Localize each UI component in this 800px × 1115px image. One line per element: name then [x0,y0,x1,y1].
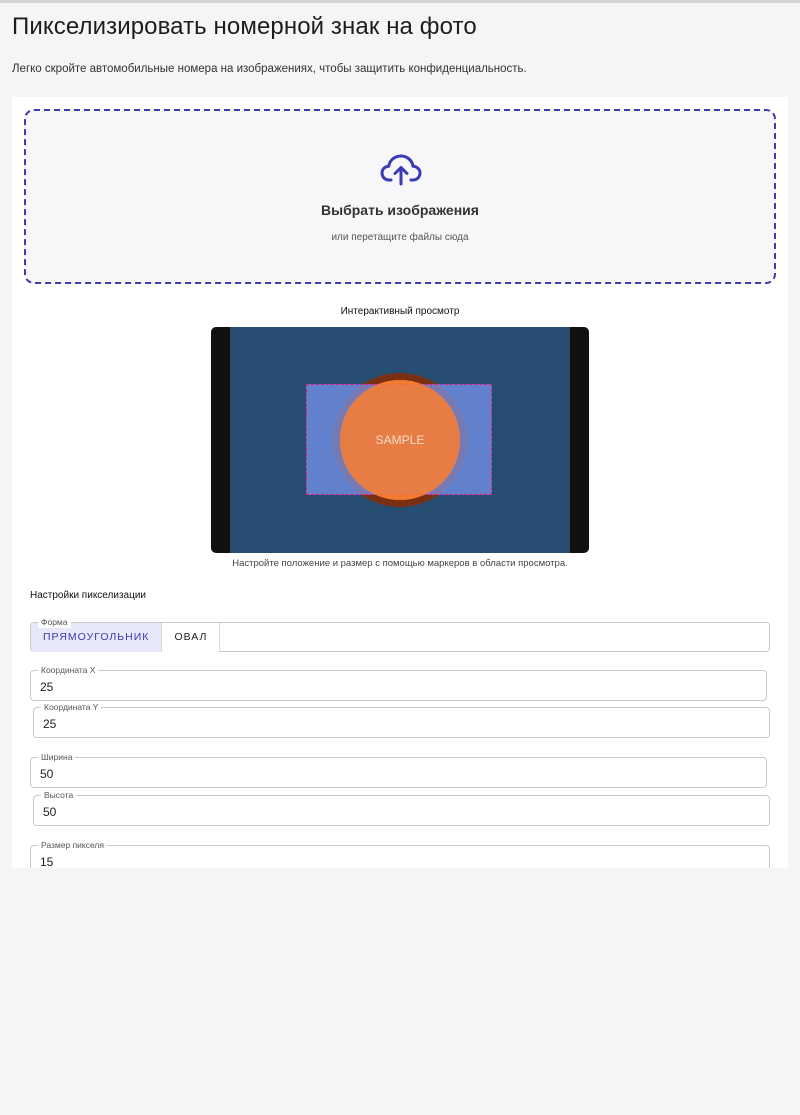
coord-y-value[interactable]: 25 [43,717,56,731]
coord-y-label: Координата Y [41,701,102,713]
height-field[interactable]: Высота 50 [33,789,770,826]
upload-title: Выбрать изображения [321,202,479,218]
shape-label: Форма [38,616,71,628]
coord-x-value[interactable]: 25 [40,680,53,694]
shape-fieldset: ПРЯМОУГОЛЬНИК ОВАЛ Форма [30,616,770,652]
main-card: Выбрать изображения или перетащите файлы… [12,97,788,868]
settings-title: Настройки пикселизации [30,590,146,601]
height-label: Высота [41,789,77,801]
coord-y-field[interactable]: Координата Y 25 [33,701,770,738]
interactive-preview[interactable]: SAMPLE [211,327,589,553]
upload-dropzone[interactable]: Выбрать изображения или перетащите файлы… [24,109,776,284]
shape-oval-button[interactable]: ОВАЛ [161,623,220,652]
coord-x-label: Координата X [38,664,99,676]
preview-image: SAMPLE [230,327,570,553]
page-description: Легко скройте автомобильные номера на из… [12,63,527,75]
upload-subtitle: или перетащите файлы сюда [331,232,469,243]
width-value[interactable]: 50 [40,767,53,781]
coord-x-field[interactable]: Координата X 25 [30,664,767,701]
cloud-upload-icon [380,154,422,186]
pixel-size-field[interactable]: Размер пикселя 15 [30,839,770,868]
width-field[interactable]: Ширина 50 [30,751,767,788]
top-divider [0,0,800,3]
height-value[interactable]: 50 [43,805,56,819]
preview-title: Интерактивный просмотр [340,306,460,317]
pixel-size-label: Размер пикселя [38,839,107,851]
pixel-size-value[interactable]: 15 [40,855,53,868]
page-title: Пикселизировать номерной знак на фото [12,13,477,40]
sample-label: SAMPLE [375,433,425,447]
width-label: Ширина [38,751,76,763]
preview-hint: Настройте положение и размер с помощью м… [232,558,568,569]
